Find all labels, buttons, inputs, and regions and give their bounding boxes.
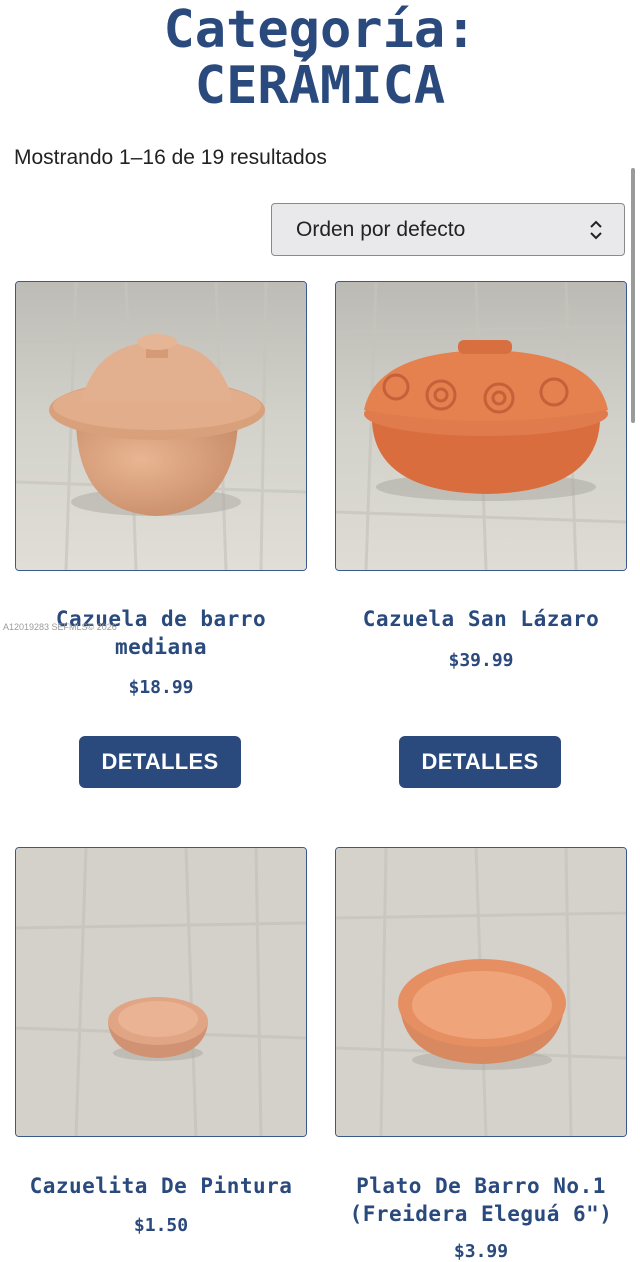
product-image[interactable]	[335, 847, 627, 1137]
page-title-line2: CERÁMICA	[194, 56, 446, 116]
product-name[interactable]: Cazuela San Lázaro	[325, 605, 637, 633]
product-name[interactable]: Cazuelita De Pintura	[5, 1172, 317, 1200]
product-name-line1: Plato De Barro No.1	[356, 1174, 606, 1198]
product-image[interactable]	[15, 281, 307, 571]
result-count: Mostrando 1–16 de 19 resultados	[14, 146, 327, 169]
product-price: $18.99	[128, 677, 194, 698]
product-image[interactable]	[15, 847, 307, 1137]
details-button[interactable]: DETALLES	[399, 736, 561, 788]
details-button[interactable]: DETALLES	[79, 736, 241, 788]
product-name[interactable]: Cazuela de barro mediana	[5, 605, 317, 661]
product-name-line2: mediana	[114, 635, 207, 659]
sort-select[interactable]: Orden por defecto	[271, 203, 625, 256]
product-name-line1: Cazuela San Lázaro	[362, 607, 600, 631]
product-name[interactable]: Plato De Barro No.1 (Freidera Eleguá 6")	[325, 1172, 637, 1228]
page-title-line1: Categoría:	[163, 0, 477, 60]
product-image[interactable]	[335, 281, 627, 571]
product-name-line1: Cazuelita De Pintura	[29, 1174, 293, 1198]
chevron-updown-icon	[590, 220, 602, 240]
scrollbar[interactable]	[631, 168, 635, 423]
product-price: $39.99	[448, 650, 514, 671]
sort-select-value: Orden por defecto	[296, 218, 466, 241]
product-name-line2: (Freidera Eleguá 6")	[349, 1202, 613, 1226]
watermark-text: A12019283 SEFMLS© 2026	[3, 622, 117, 632]
page-title: Categoría: CERÁMICA	[0, 0, 640, 114]
product-price: $1.50	[133, 1215, 189, 1236]
